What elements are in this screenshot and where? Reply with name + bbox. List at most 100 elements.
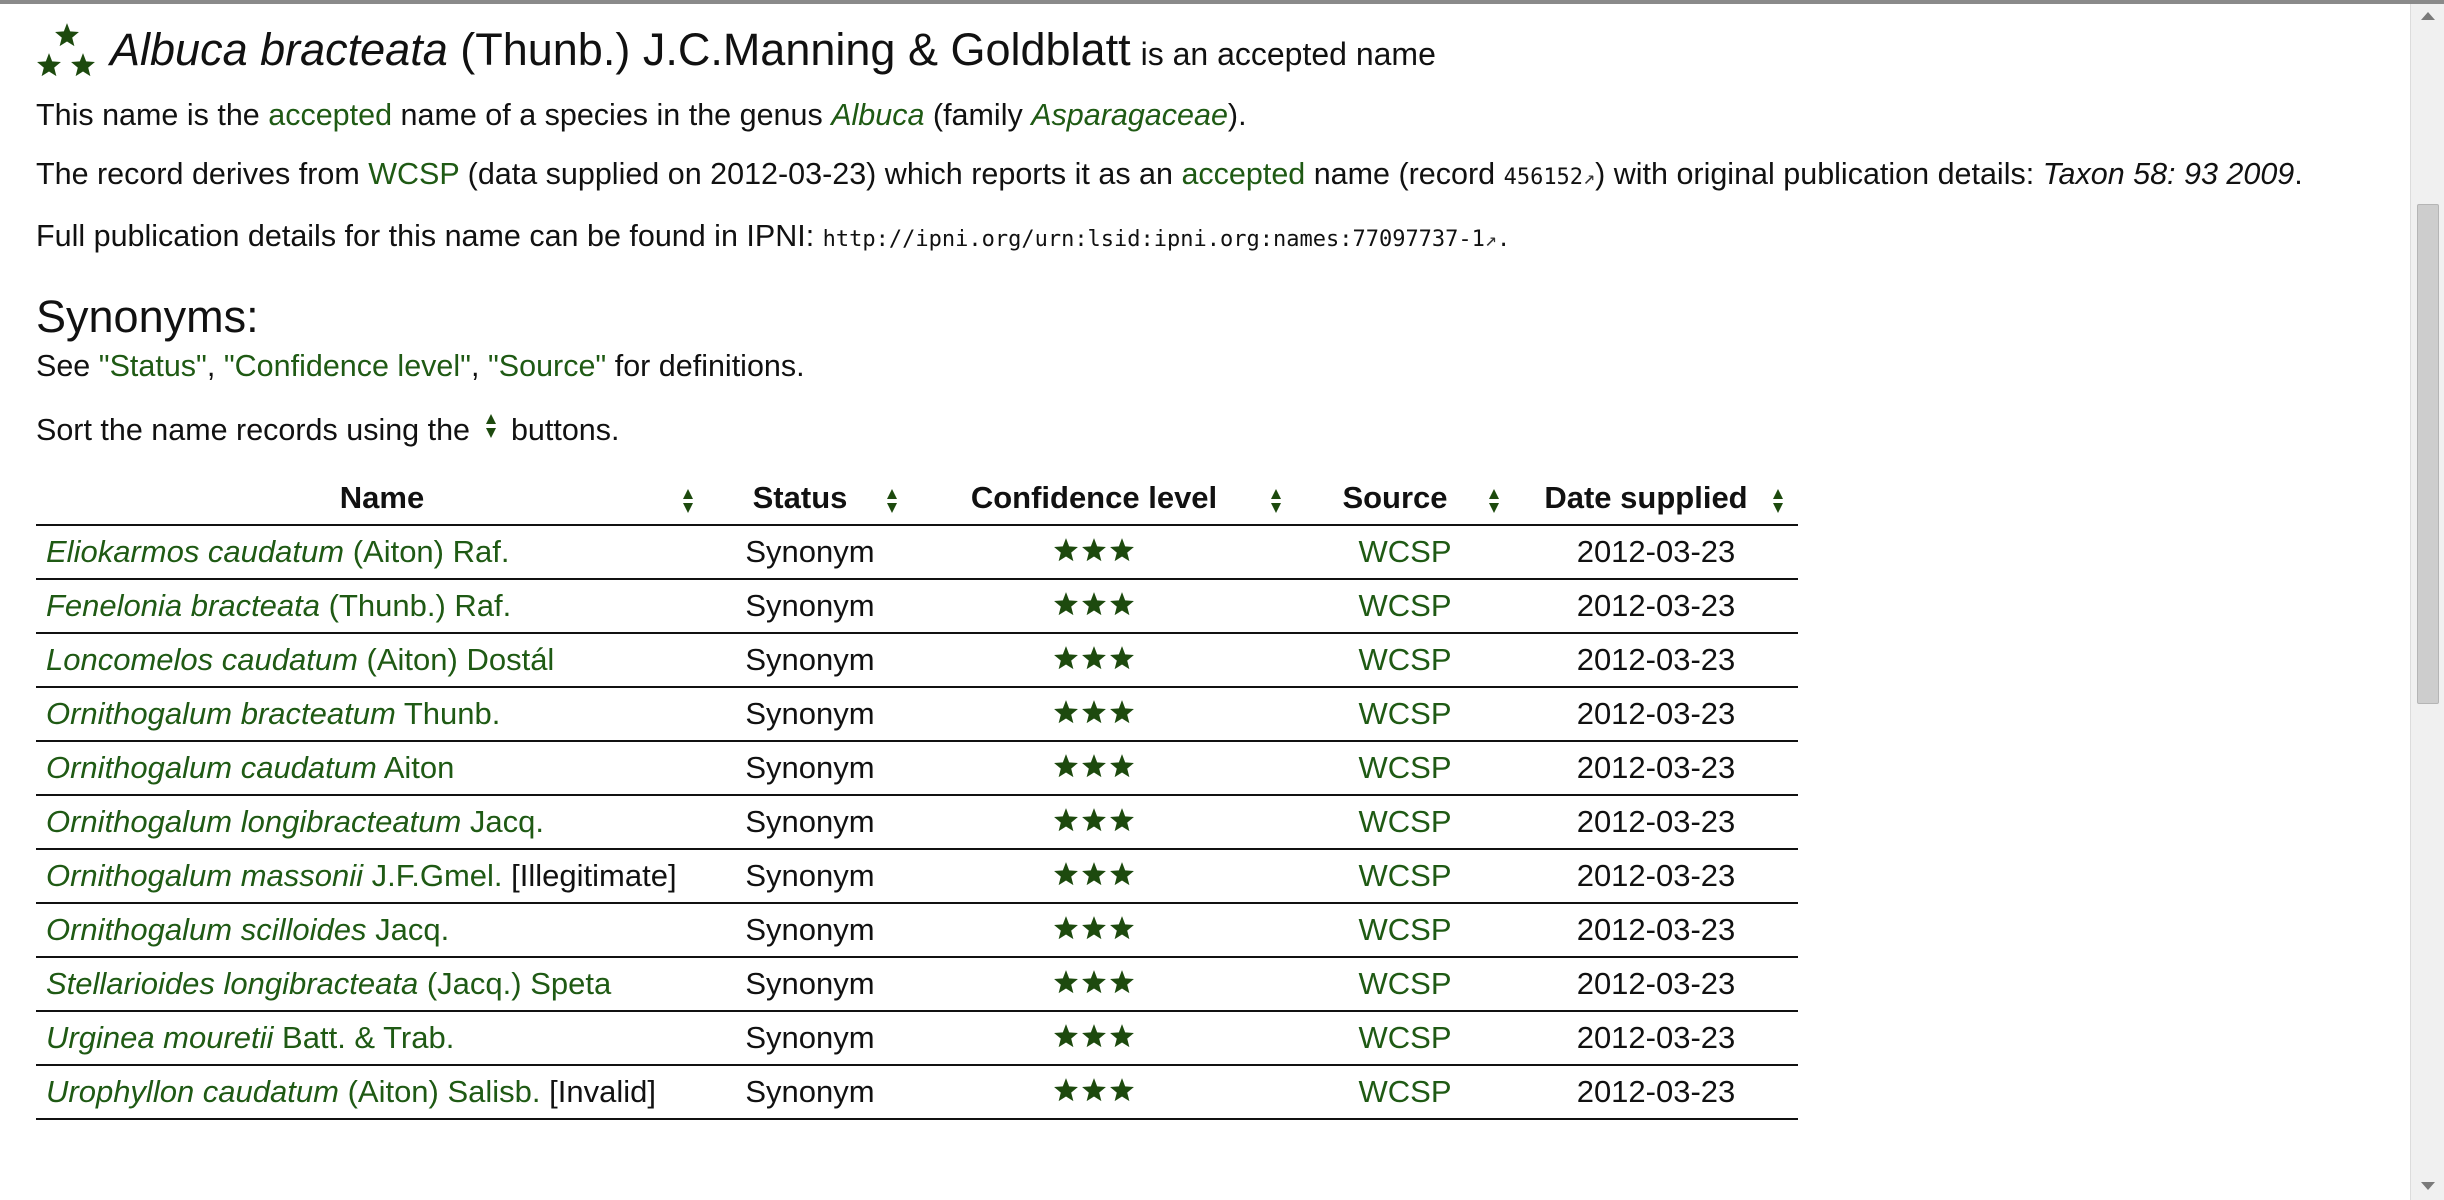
table-row: Ornithogalum bracteatum Thunb. Synonym WCS… (36, 686, 1798, 742)
synonym-italic-name: Eliokarmos caudatum (46, 533, 345, 569)
date-cell: 2012-03-23 (1514, 632, 1798, 688)
synonym-name-link[interactable]: Ornithogalum longibracteatum Jacq. (46, 804, 544, 839)
synonym-name-link[interactable]: Ornithogalum massonii J.F.Gmel. (46, 858, 503, 893)
synonym-name-link[interactable]: Ornithogalum scilloides Jacq. (46, 912, 449, 947)
genus-link[interactable]: Albuca (831, 98, 924, 132)
star-icon (1081, 805, 1107, 841)
title-genus: Albuca (110, 24, 248, 75)
synonym-name-link[interactable]: Urginea mouretii Batt. & Trab. (46, 1020, 454, 1055)
star-icon (1081, 913, 1107, 949)
synonym-name-link[interactable]: Stellarioides longibracteata (Jacq.) Spe… (46, 966, 611, 1001)
scrollbar-thumb[interactable] (2417, 204, 2439, 704)
synonym-name-link[interactable]: Ornithogalum caudatum Aiton (46, 750, 454, 785)
source-definition-link[interactable]: "Source" (488, 349, 606, 383)
title-authors: (Thunb.) J.C.Manning & Goldblatt (460, 24, 1131, 75)
column-header-source[interactable]: Source (1296, 472, 1514, 526)
source-link[interactable]: WCSP (1359, 1074, 1452, 1109)
species-title: Albuca bracteata (Thunb.) J.C.Manning & … (110, 22, 1436, 82)
synonym-name-cell: Ornithogalum caudatum Aiton (36, 740, 708, 796)
status-cell: Synonym (708, 578, 912, 634)
table-row: Stellarioides longibracteata (Jacq.) Spe… (36, 956, 1798, 1012)
star-icon (1081, 1021, 1107, 1057)
accepted-name-paragraph: This name is the accepted name of a spec… (36, 94, 2396, 136)
accepted-link[interactable]: accepted (1181, 157, 1305, 191)
confidence-stars (1053, 643, 1135, 679)
source-link[interactable]: WCSP (1359, 966, 1452, 1001)
star-icon (1081, 697, 1107, 733)
synonym-italic-name: Ornithogalum caudatum (46, 749, 377, 785)
confidence-stars (1053, 805, 1135, 841)
star-icon (1081, 751, 1107, 787)
status-cell: Synonym (708, 848, 912, 904)
status-definition-link[interactable]: "Status" (99, 349, 207, 383)
sort-arrows-icon[interactable] (682, 487, 694, 525)
wcsp-link[interactable]: WCSP (368, 157, 459, 191)
header-label: Confidence level (970, 480, 1218, 516)
sort-arrows-icon[interactable] (1772, 487, 1784, 525)
confidence-stars (1053, 913, 1135, 949)
star-icon (1053, 589, 1079, 625)
status-cell: Synonym (708, 740, 912, 796)
star-icon (1109, 535, 1135, 571)
column-header-confidence[interactable]: Confidence level (912, 472, 1296, 526)
column-header-name[interactable]: Name (36, 472, 708, 526)
status-cell: Synonym (708, 956, 912, 1012)
star-icon (1109, 805, 1135, 841)
synonym-authors: (Aiton) Salisb. (338, 1073, 541, 1109)
date-cell: 2012-03-23 (1514, 1064, 1798, 1120)
ipni-link[interactable]: http://ipni.org/urn:lsid:ipni.org:names:… (823, 227, 1497, 252)
source-link[interactable]: WCSP (1359, 696, 1452, 731)
sort-arrows-icon (485, 411, 497, 453)
scroll-up-arrow-icon[interactable] (2421, 12, 2435, 20)
confidence-stars (1053, 535, 1135, 571)
synonym-note: [Invalid] (540, 1073, 656, 1109)
confidence-definition-link[interactable]: "Confidence level" (224, 349, 471, 383)
genus-link-text: Albuca (831, 98, 925, 132)
confidence-cell (912, 578, 1296, 634)
sort-arrows-icon[interactable] (886, 487, 898, 525)
text: , (471, 349, 488, 383)
window-top-border (0, 0, 2444, 4)
synonym-italic-name: Ornithogalum bracteatum (46, 695, 396, 731)
source-link[interactable]: WCSP (1359, 804, 1452, 839)
source-cell: WCSP (1296, 1064, 1514, 1120)
source-cell: WCSP (1296, 794, 1514, 850)
table-row: Urginea mouretii Batt. & Trab. Synonym WCS… (36, 1010, 1798, 1066)
star-icon (1053, 913, 1079, 949)
synonym-name-link[interactable]: Eliokarmos caudatum (Aiton) Raf. (46, 534, 509, 569)
family-link[interactable]: Asparagaceae (1031, 98, 1228, 132)
source-link[interactable]: WCSP (1359, 534, 1452, 569)
table-row: Fenelonia bracteata (Thunb.) Raf. Synonym… (36, 578, 1798, 634)
confidence-cell (912, 794, 1296, 850)
synonym-authors: (Aiton) Dostál (357, 641, 555, 677)
text: . (1496, 227, 1511, 252)
star-icon (1053, 805, 1079, 841)
source-link[interactable]: WCSP (1359, 750, 1452, 785)
source-link[interactable]: WCSP (1359, 1020, 1452, 1055)
record-link[interactable]: 456152↗ (1504, 165, 1596, 190)
synonym-name-link[interactable]: Ornithogalum bracteatum Thunb. (46, 696, 500, 731)
column-header-date[interactable]: Date supplied (1514, 472, 1798, 526)
source-link[interactable]: WCSP (1359, 588, 1452, 623)
synonym-name-link[interactable]: Urophyllon caudatum (Aiton) Salisb. (46, 1074, 541, 1109)
vertical-scrollbar[interactable] (2410, 4, 2444, 1200)
star-icon (1109, 859, 1135, 895)
ipni-url: http://ipni.org/urn:lsid:ipni.org:names:… (822, 227, 1485, 252)
source-link[interactable]: WCSP (1359, 642, 1452, 677)
accepted-link[interactable]: accepted (268, 98, 392, 132)
confidence-cell (912, 848, 1296, 904)
column-header-status[interactable]: Status (708, 472, 912, 526)
synonym-italic-name: Fenelonia bracteata (46, 587, 321, 623)
synonym-name-link[interactable]: Fenelonia bracteata (Thunb.) Raf. (46, 588, 511, 623)
source-link[interactable]: WCSP (1359, 912, 1452, 947)
table-row: Urophyllon caudatum (Aiton) Salisb. [Inv… (36, 1064, 1798, 1120)
sort-arrows-icon[interactable] (1488, 487, 1500, 525)
confidence-cell (912, 686, 1296, 742)
sort-arrows-icon[interactable] (1270, 487, 1282, 525)
synonyms-heading: Synonyms: (36, 291, 259, 342)
text: The record derives from (36, 157, 369, 191)
scroll-down-arrow-icon[interactable] (2421, 1182, 2435, 1190)
synonym-name-link[interactable]: Loncomelos caudatum (Aiton) Dostál (46, 642, 554, 677)
text: for definitions. (606, 349, 805, 383)
source-link[interactable]: WCSP (1359, 858, 1452, 893)
